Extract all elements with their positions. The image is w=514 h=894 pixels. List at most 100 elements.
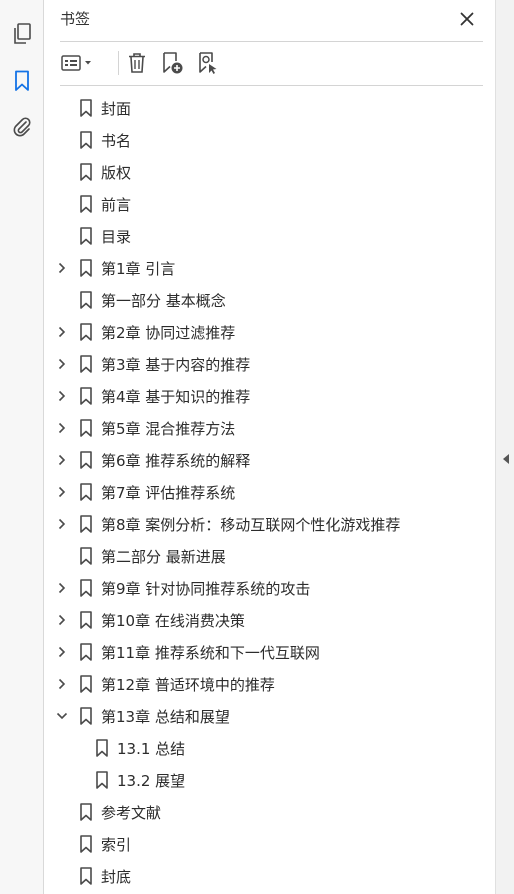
panel-title: 书签 [60,10,91,28]
bookmark-label: 版权 [101,164,132,182]
chevron-right-icon[interactable] [55,485,69,499]
bookmark-label: 第一部分 基本概念 [101,292,226,310]
chevron-right-icon[interactable] [55,453,69,467]
divider [60,41,483,42]
bookmark-icon [79,259,93,277]
bookmark-item[interactable]: 第5章 混合推荐方法 [45,412,495,444]
bookmark-label: 13.1 总结 [117,740,186,758]
bookmark-item[interactable]: 13.1 总结 [45,732,495,764]
bookmark-icon [79,323,93,341]
bookmark-icon [79,355,93,373]
bookmark-label: 书名 [101,132,132,150]
bookmark-icon [79,131,93,149]
chevron-right-icon[interactable] [55,613,69,627]
bookmark-icon [79,515,93,533]
new-bookmark-icon[interactable] [159,50,185,76]
chevron-right-icon[interactable] [55,581,69,595]
attachments-icon[interactable] [9,114,35,140]
bookmark-label: 封面 [101,100,132,118]
bookmark-item[interactable]: 第一部分 基本概念 [45,284,495,316]
bookmark-item[interactable]: 第12章 普适环境中的推荐 [45,668,495,700]
bookmark-item[interactable]: 第4章 基于知识的推荐 [45,380,495,412]
bookmark-item[interactable]: 第13章 总结和展望 [45,700,495,732]
bookmark-item[interactable]: 第9章 针对协同推荐系统的攻击 [45,572,495,604]
chevron-right-icon[interactable] [55,677,69,691]
bookmark-label: 第6章 推荐系统的解释 [101,452,251,470]
close-icon[interactable] [457,9,477,29]
bookmark-label: 前言 [101,196,132,214]
bookmark-icon [79,483,93,501]
bookmark-item[interactable]: 13.2 展望 [45,764,495,796]
bookmark-item[interactable]: 第11章 推荐系统和下一代互联网 [45,636,495,668]
bookmarks-icon[interactable] [9,68,35,94]
bookmarks-tree: 封面书名版权前言目录第1章 引言第一部分 基本概念 第2章 协同过滤推荐 第3章 基… [45,92,495,892]
bookmark-item[interactable]: 版权 [45,156,495,188]
delete-bookmark-trash-icon[interactable] [125,50,149,76]
bookmark-icon [79,675,93,693]
bookmark-icon [79,547,93,565]
bookmark-label: 第11章 推荐系统和下一代互联网 [101,644,320,662]
bookmark-item[interactable]: 第7章 评估推荐系统 [45,476,495,508]
bookmarks-panel: 书签 封面 书名 版权 前言 目录 第1章 引言 第一部分 基本概念 第2章 协… [45,0,495,894]
chevron-right-icon[interactable] [55,357,69,371]
bookmarks-toolbar [60,48,483,78]
chevron-right-icon[interactable] [55,517,69,531]
toolbar-divider [118,51,119,75]
chevron-right-icon[interactable] [55,325,69,339]
bookmark-item[interactable]: 索引 [45,828,495,860]
bookmark-label: 封底 [101,868,132,886]
bookmark-item[interactable]: 第10章 在线消费决策 [45,604,495,636]
bookmark-label: 参考文献 [101,804,162,822]
bookmark-icon [79,707,93,725]
bookmark-icon [79,835,93,853]
bookmark-item[interactable]: 书名 [45,124,495,156]
bookmark-item[interactable]: 前言 [45,188,495,220]
left-nav-rail [0,0,44,894]
bookmark-label: 第3章 基于内容的推荐 [101,356,251,374]
bookmark-icon [79,803,93,821]
bookmark-label: 第12章 普适环境中的推荐 [101,676,275,694]
bookmark-icon [79,867,93,885]
bookmark-icon [79,291,93,309]
chevron-right-icon[interactable] [55,645,69,659]
collapse-panel-arrow-icon[interactable] [502,450,510,464]
bookmark-icon [79,579,93,597]
bookmark-label: 13.2 展望 [117,772,186,790]
bookmark-icon [95,739,109,757]
bookmark-item[interactable]: 第二部分 最新进展 [45,540,495,572]
bookmark-item[interactable]: 封底 [45,860,495,892]
bookmark-label: 第7章 评估推荐系统 [101,484,236,502]
chevron-right-icon[interactable] [55,389,69,403]
divider [60,85,483,86]
bookmark-label: 第4章 基于知识的推荐 [101,388,251,406]
bookmark-item[interactable]: 第6章 推荐系统的解释 [45,444,495,476]
bookmark-item[interactable]: 第2章 协同过滤推荐 [45,316,495,348]
bookmark-icon [79,451,93,469]
bookmark-label: 第2章 协同过滤推荐 [101,324,236,342]
bookmark-item[interactable]: 第3章 基于内容的推荐 [45,348,495,380]
bookmark-label: 第8章 案例分析：移动互联网个性化游戏推荐 [101,516,401,534]
document-pane-edge [495,0,514,894]
bookmark-label: 第1章 引言 [101,260,176,278]
bookmark-item[interactable]: 封面 [45,92,495,124]
bookmark-label: 第5章 混合推荐方法 [101,420,236,438]
bookmark-label: 目录 [101,228,132,246]
bookmark-item[interactable]: 目录 [45,220,495,252]
bookmark-item[interactable]: 第8章 案例分析：移动互联网个性化游戏推荐 [45,508,495,540]
bookmark-item[interactable]: 参考文献 [45,796,495,828]
bookmark-icon [79,419,93,437]
bookmark-icon [79,99,93,117]
bookmark-label: 第10章 在线消费决策 [101,612,245,630]
chevron-right-icon[interactable] [55,261,69,275]
bookmark-icon [79,195,93,213]
bookmark-icon [95,771,109,789]
bookmark-icon [79,611,93,629]
bookmark-icon [79,227,93,245]
chevron-right-icon[interactable] [55,421,69,435]
options-menu-button[interactable] [60,50,98,76]
page-thumbnails-icon[interactable] [9,21,35,47]
chevron-down-icon[interactable] [55,709,69,723]
find-bookmark-icon[interactable] [194,50,220,76]
bookmark-icon [79,387,93,405]
bookmark-item[interactable]: 第1章 引言 [45,252,495,284]
